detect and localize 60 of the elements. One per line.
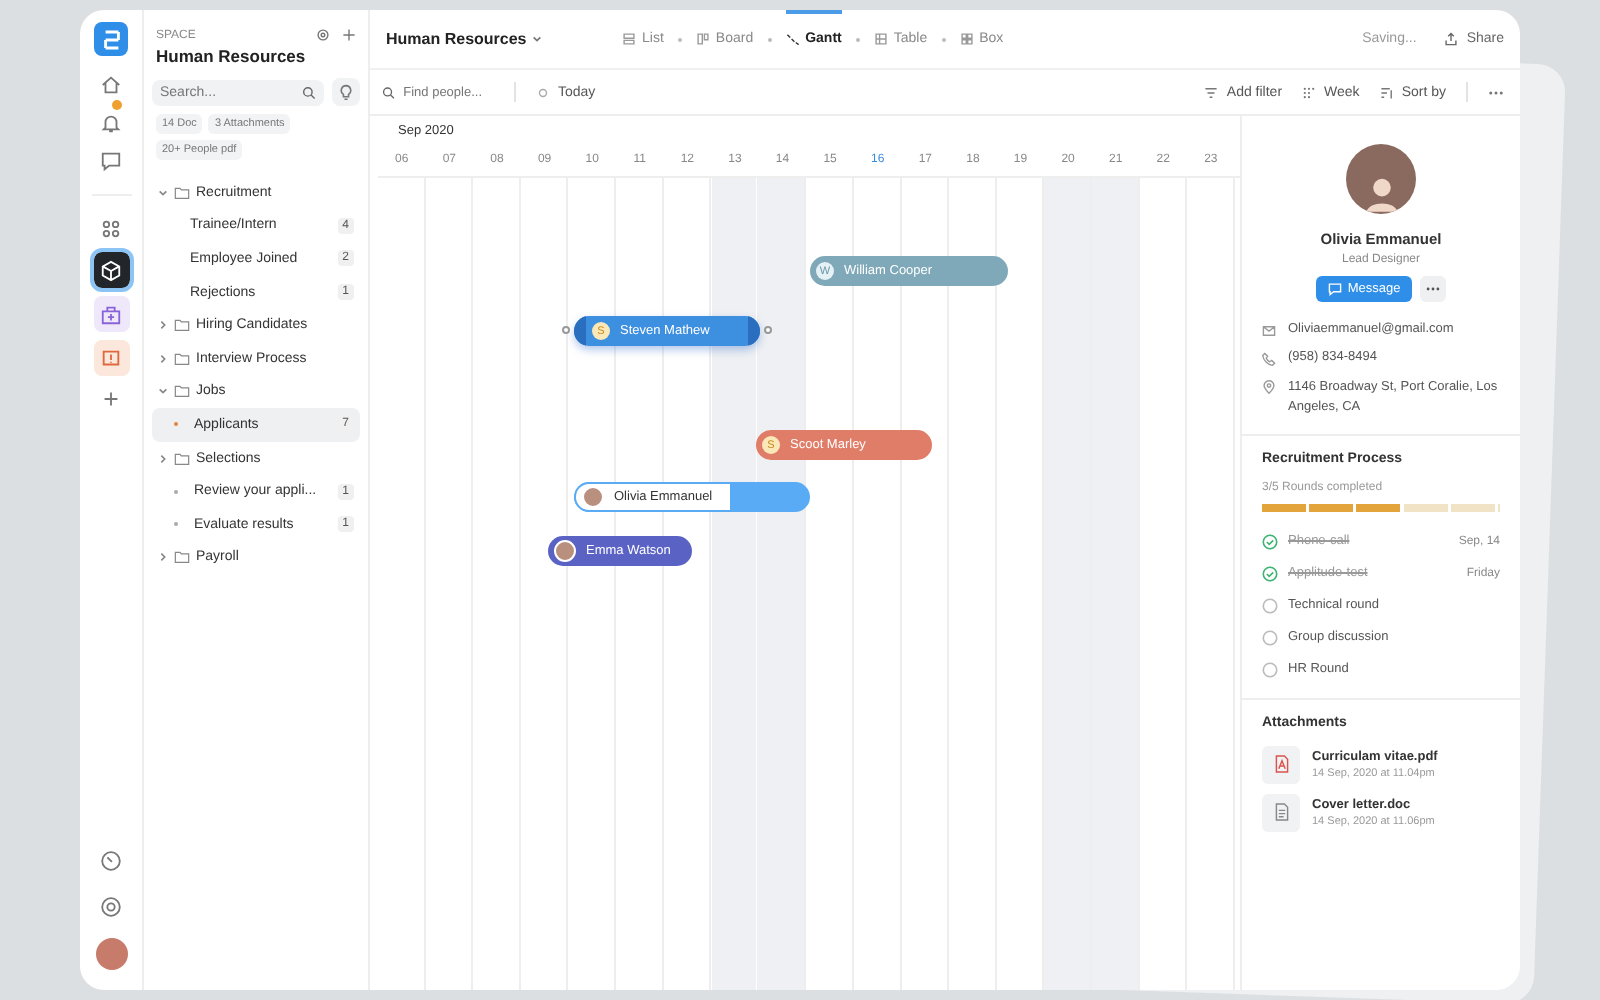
space-title: Human Resources (156, 46, 308, 66)
medkit-icon (100, 303, 122, 325)
bulb-icon (338, 84, 354, 100)
chevron-icon (158, 552, 168, 563)
notification-badge (111, 100, 121, 110)
profile-avatar (1346, 144, 1416, 214)
logo-icon (94, 22, 128, 56)
chevron-icon (158, 386, 168, 397)
board-icon (695, 32, 710, 46)
chevron-icon (158, 187, 168, 198)
folder-icon (174, 351, 190, 366)
pdf-file-icon[interactable] (1262, 745, 1300, 783)
more-icon (1488, 89, 1504, 95)
plus-icon[interactable] (342, 28, 356, 42)
support-icon (100, 896, 122, 918)
grid-icon (1302, 85, 1317, 99)
chevron-icon (158, 453, 168, 464)
folder-icon (174, 451, 190, 466)
apps-icon (100, 218, 122, 240)
list-icon (622, 32, 636, 46)
sun-icon (536, 85, 550, 99)
connector-handle[interactable] (562, 326, 570, 334)
user-avatar[interactable] (95, 938, 127, 970)
avatar-silhouette (554, 540, 576, 562)
space-dropdown[interactable]: Human Resources (386, 30, 622, 48)
caret-icon (532, 34, 543, 44)
document-icon[interactable] (1262, 793, 1300, 831)
settings-icon[interactable] (316, 28, 330, 42)
chat-icon (100, 150, 122, 172)
gantt-icon (785, 32, 800, 46)
cube-icon (100, 259, 122, 281)
table-icon (873, 32, 888, 46)
gauge-icon (100, 850, 122, 872)
sort-icon (1379, 85, 1394, 99)
chevron-icon (158, 320, 168, 331)
connector-handle[interactable] (764, 326, 772, 334)
folder-icon (174, 318, 190, 333)
more-icon (1426, 286, 1441, 292)
chevron-icon (158, 353, 168, 364)
location-icon (1262, 380, 1276, 394)
mail-icon (1262, 324, 1276, 338)
folder-icon (174, 185, 190, 200)
plus-icon (100, 388, 122, 410)
alert-icon (100, 347, 122, 369)
filter-icon (1204, 85, 1219, 99)
share-icon (1444, 32, 1459, 46)
chat-icon (1327, 282, 1342, 296)
search-icon (382, 85, 396, 99)
folder-icon (174, 384, 190, 399)
quick-action-button[interactable] (332, 78, 360, 106)
avatar-silhouette (582, 486, 604, 508)
more-button[interactable] (1488, 89, 1504, 95)
grid-icon (959, 32, 974, 46)
resize-handle[interactable] (574, 316, 586, 346)
nav-button[interactable] (93, 252, 129, 288)
folder-icon (174, 550, 190, 565)
home-icon (100, 74, 122, 96)
search-icon (302, 85, 316, 99)
bell-icon (100, 112, 122, 134)
phone-icon (1262, 352, 1276, 366)
